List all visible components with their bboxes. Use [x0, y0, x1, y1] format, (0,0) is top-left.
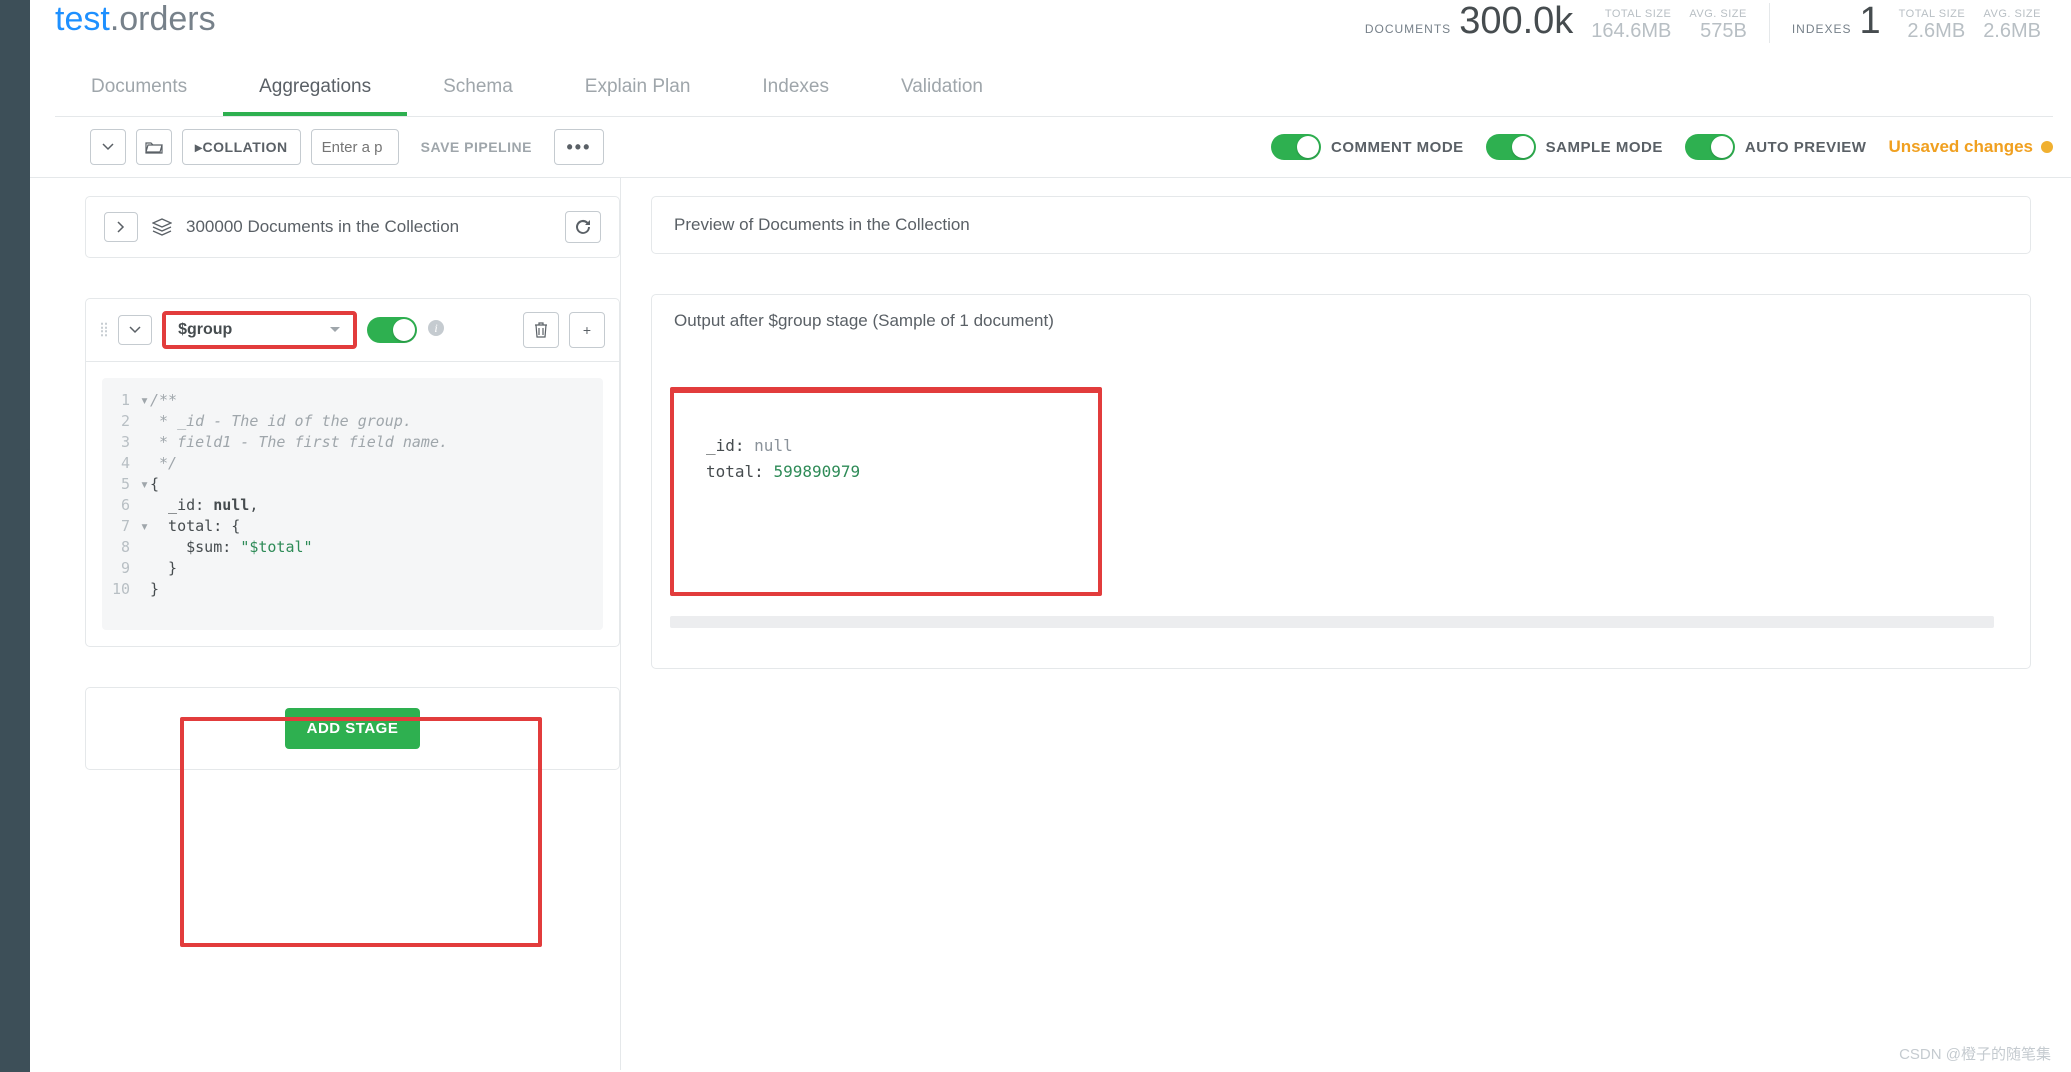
code-l8: $sum:	[150, 537, 240, 558]
caret-down-icon	[329, 326, 341, 334]
trash-icon	[534, 322, 548, 338]
tab-schema[interactable]: Schema	[407, 62, 549, 116]
comment-mode-toggle[interactable]	[1271, 134, 1321, 160]
result-total-val: 599890979	[773, 462, 860, 481]
more-options-button[interactable]: •••	[554, 129, 604, 165]
add-stage-after-button[interactable]: +	[569, 312, 605, 348]
avg-size-value: 575B	[1700, 20, 1747, 43]
output-card: Output after $group stage (Sample of 1 d…	[651, 294, 2031, 669]
idx-avg-value: 2.6MB	[1983, 20, 2041, 43]
unsaved-changes-text: Unsaved changes	[1888, 137, 2033, 157]
layers-icon	[152, 218, 172, 236]
open-folder-button[interactable]	[136, 129, 172, 165]
chevron-right-icon	[117, 221, 125, 233]
side-collapsed-tab[interactable]	[0, 370, 30, 450]
total-size-value: 164.6MB	[1591, 20, 1671, 43]
add-stage-card: ADD STAGE	[85, 687, 620, 770]
collation-button-label: COLLATION	[203, 139, 288, 155]
stat-separator	[1769, 3, 1770, 43]
folder-open-icon	[145, 140, 163, 154]
refresh-button[interactable]	[565, 211, 601, 243]
stage-enabled-toggle[interactable]	[367, 317, 417, 343]
documents-stat-label: DOCUMENTS	[1365, 22, 1451, 36]
stage-operator-select[interactable]: $group	[162, 311, 357, 349]
sample-mode-toggle[interactable]	[1486, 134, 1536, 160]
preview-card: Preview of Documents in the Collection	[651, 196, 2031, 254]
info-icon[interactable]: i	[427, 319, 445, 342]
code-l6-null: null	[213, 495, 249, 516]
result-id-key: _id	[706, 436, 735, 455]
left-nav-strip	[0, 0, 30, 1072]
svg-text:i: i	[434, 321, 437, 335]
sample-mode-label: SAMPLE MODE	[1546, 139, 1663, 156]
chevron-down-icon	[102, 143, 114, 151]
collection-tabs: Documents Aggregations Schema Explain Pl…	[55, 62, 2053, 117]
code-l3: * field1 - The first field name.	[150, 432, 448, 453]
database-name: test	[55, 0, 110, 39]
expand-dropdown-button[interactable]	[90, 129, 126, 165]
code-l8-string: "$total"	[240, 537, 312, 558]
add-stage-button[interactable]: ADD STAGE	[285, 708, 421, 749]
result-id-val: null	[754, 436, 793, 455]
indexes-stat-value: 1	[1860, 0, 1881, 43]
result-total-key: total	[706, 462, 754, 481]
delete-stage-button[interactable]	[523, 312, 559, 348]
total-size-label: TOTAL SIZE	[1605, 8, 1672, 20]
tab-validation[interactable]: Validation	[865, 62, 1019, 116]
indexes-stat-label: INDEXES	[1792, 22, 1852, 36]
result-document: _id: null total: 599890979	[670, 387, 1102, 596]
auto-preview-toggle[interactable]	[1685, 134, 1735, 160]
drag-handle-icon[interactable]: ⦙⦙	[100, 320, 108, 341]
collapse-stage-button[interactable]	[118, 315, 152, 345]
code-l5: {	[150, 474, 159, 495]
collection-name: .orders	[110, 0, 216, 39]
tab-explain-plan[interactable]: Explain Plan	[549, 62, 727, 116]
idx-total-value: 2.6MB	[1907, 20, 1965, 43]
horizontal-scrollbar[interactable]	[670, 616, 1994, 628]
idx-avg-label: AVG. SIZE	[1984, 8, 2041, 20]
preview-title: Preview of Documents in the Collection	[652, 197, 2030, 253]
refresh-icon	[575, 219, 591, 235]
documents-count-text: 300000 Documents in the Collection	[186, 217, 551, 237]
code-l9: }	[150, 558, 177, 579]
watermark-text: CSDN @橙子的随笔集	[1899, 1043, 2051, 1064]
stage-card: ⦙⦙ $group i	[85, 298, 620, 647]
collation-input[interactable]	[311, 129, 399, 165]
code-l1: /**	[150, 390, 177, 411]
save-pipeline-button[interactable]: SAVE PIPELINE	[409, 129, 544, 165]
comment-mode-label: COMMENT MODE	[1331, 139, 1464, 156]
collation-button[interactable]: ▸ COLLATION	[182, 129, 301, 165]
code-l4: */	[150, 453, 177, 474]
stage-operator-value: $group	[178, 321, 232, 339]
code-l7: total: {	[150, 516, 240, 537]
tab-indexes[interactable]: Indexes	[726, 62, 865, 116]
code-l6-comma: ,	[249, 495, 258, 516]
tab-documents[interactable]: Documents	[55, 62, 223, 116]
tab-aggregations[interactable]: Aggregations	[223, 62, 407, 116]
chevron-down-icon	[129, 326, 141, 334]
avg-size-label: AVG. SIZE	[1689, 8, 1746, 20]
idx-total-label: TOTAL SIZE	[1899, 8, 1966, 20]
documents-summary-card: 300000 Documents in the Collection	[85, 196, 620, 258]
expand-documents-button[interactable]	[104, 212, 138, 242]
stage-editor[interactable]: 1▾/** 2 * _id - The id of the group. 3 *…	[102, 378, 603, 630]
code-l2: * _id - The id of the group.	[150, 411, 412, 432]
unsaved-dot-icon	[2041, 141, 2053, 153]
pipeline-toolbar: ▸ COLLATION SAVE PIPELINE ••• COMMENT MO…	[30, 117, 2071, 178]
auto-preview-label: AUTO PREVIEW	[1745, 139, 1867, 156]
code-l6: _id:	[150, 495, 213, 516]
output-title: Output after $group stage (Sample of 1 d…	[652, 295, 2030, 347]
documents-stat-value: 300.0k	[1459, 0, 1573, 43]
code-l10: }	[150, 579, 159, 600]
unsaved-changes-indicator: Unsaved changes	[1888, 137, 2053, 157]
